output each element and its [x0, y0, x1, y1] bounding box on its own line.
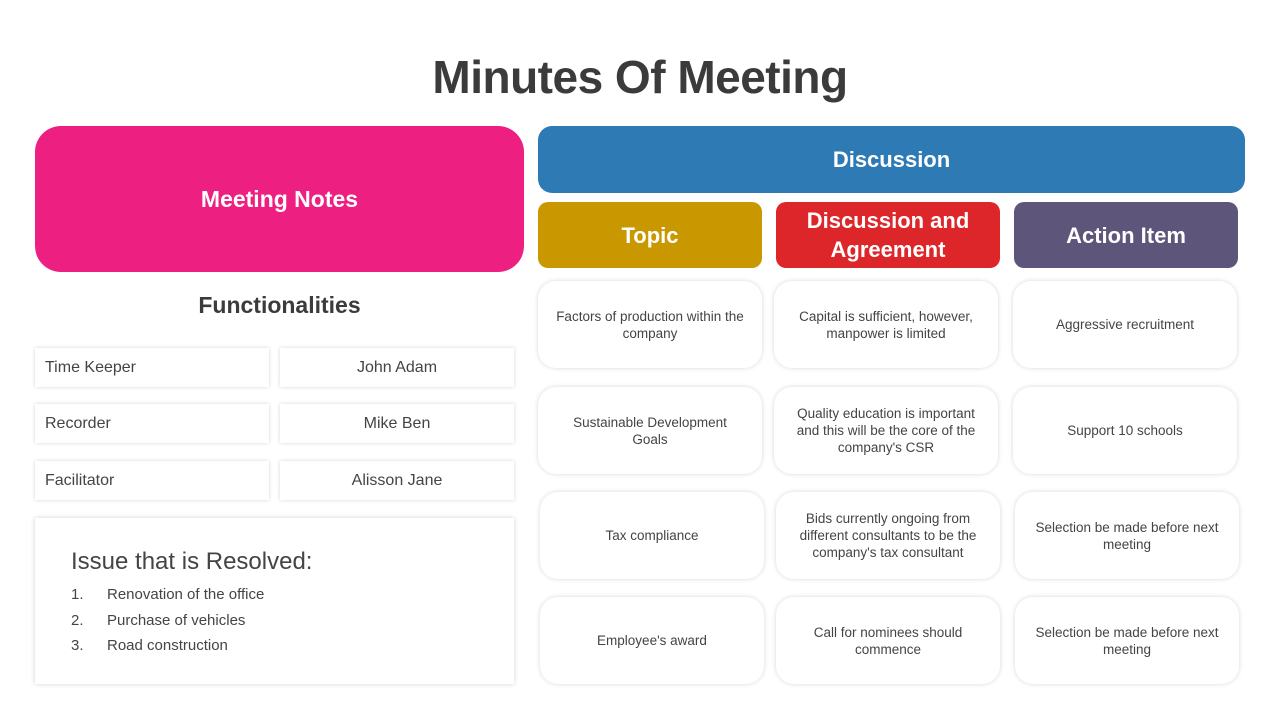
role-label: Time Keeper — [35, 348, 269, 387]
issue-text: Renovation of the office — [107, 586, 265, 603]
issue-number: 3. — [71, 637, 84, 654]
resolved-issues-panel: Issue that is Resolved: 1. Renovation of… — [35, 518, 514, 684]
role-label: Facilitator — [35, 461, 269, 500]
agreement-cell: Capital is sufficient, however, manpower… — [774, 281, 998, 368]
action-cell: Aggressive recruitment — [1013, 281, 1237, 368]
issue-number: 1. — [71, 586, 84, 603]
issue-text: Road construction — [107, 637, 228, 654]
agreement-cell: Call for nominees should commence — [776, 597, 1000, 684]
role-label: Recorder — [35, 404, 269, 443]
topic-cell: Tax compliance — [540, 492, 764, 579]
column-header-discussion-agreement: Discussion and Agreement — [776, 202, 1000, 268]
column-header-action-item: Action Item — [1014, 202, 1238, 268]
page-title: Minutes Of Meeting — [432, 51, 848, 103]
column-header-topic: Topic — [538, 202, 762, 268]
discussion-header: Discussion — [538, 126, 1245, 193]
role-name: Alisson Jane — [280, 461, 514, 500]
agreement-cell: Bids currently ongoing from different co… — [776, 492, 1000, 579]
meeting-notes-header: Meeting Notes — [35, 126, 524, 272]
resolved-issues-title: Issue that is Resolved: — [71, 548, 313, 575]
action-cell: Selection be made before next meeting — [1015, 597, 1239, 684]
issue-item: 1. Renovation of the office — [71, 582, 514, 608]
agreement-cell: Quality education is important and this … — [774, 387, 998, 474]
role-name: Mike Ben — [280, 404, 514, 443]
issue-text: Purchase of vehicles — [107, 611, 246, 629]
topic-cell: Sustainable Development Goals — [538, 387, 762, 474]
functionalities-title: Functionalities — [198, 292, 361, 318]
topic-cell: Factors of production within the company — [538, 281, 762, 368]
role-name: John Adam — [280, 348, 514, 387]
issue-item: 2. Purchase of vehicles — [71, 608, 514, 634]
issue-number: 2. — [71, 611, 84, 629]
topic-cell: Employee's award — [540, 597, 764, 684]
action-cell: Selection be made before next meeting — [1015, 492, 1239, 579]
action-cell: Support 10 schools — [1013, 387, 1237, 474]
issue-item: 3. Road construction — [71, 633, 514, 659]
